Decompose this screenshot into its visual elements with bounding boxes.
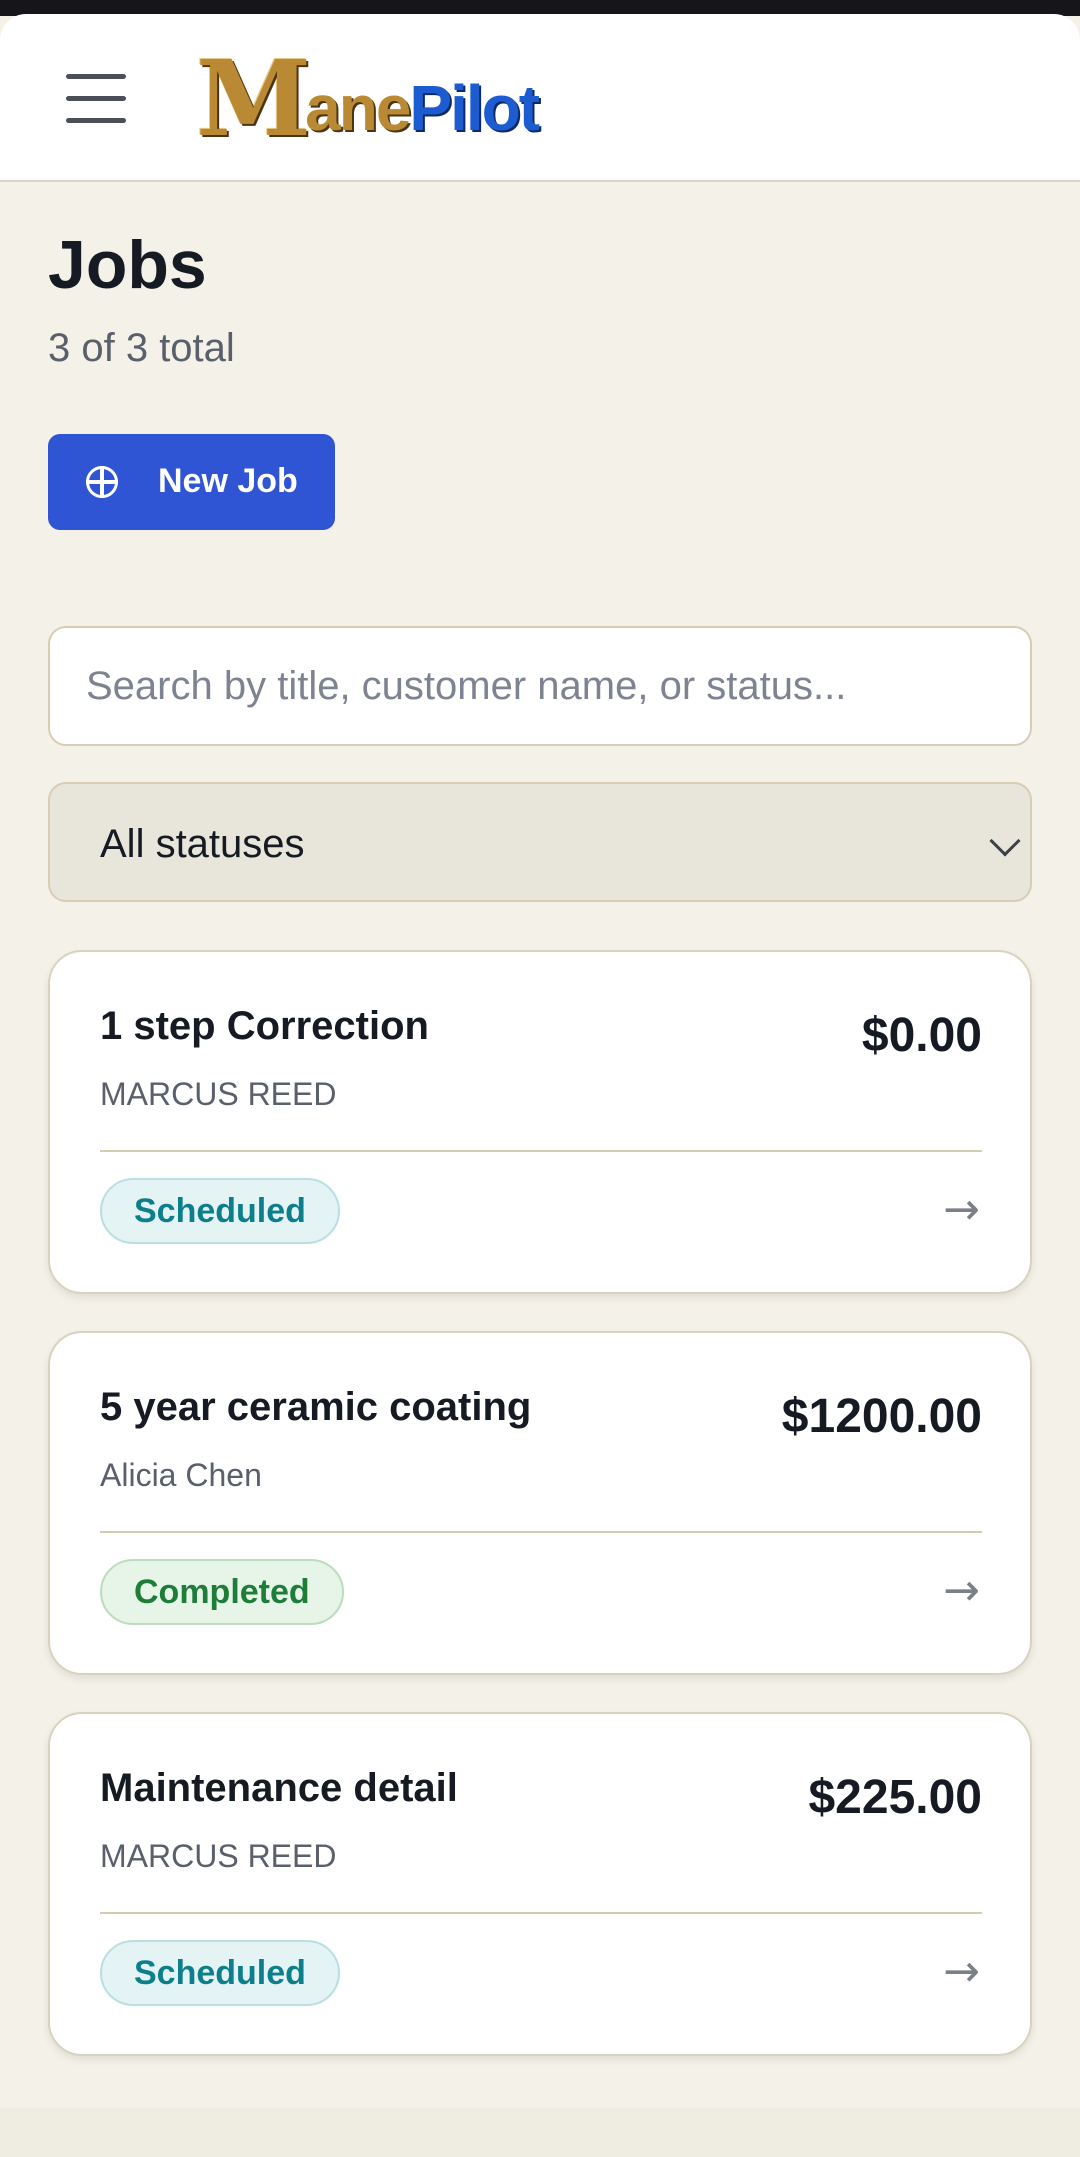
- logo-text-gold: ane: [305, 72, 411, 144]
- chevron-down-icon: [989, 825, 1021, 857]
- bottom-nav-edge: [0, 2108, 1080, 2157]
- jobs-count: 3 of 3 total: [48, 326, 235, 370]
- card-divider: [100, 1912, 982, 1914]
- logo-mark: M: [196, 37, 312, 160]
- job-title: 5 year ceramic coating: [100, 1385, 532, 1429]
- card-divider: [100, 1531, 982, 1533]
- hamburger-menu-icon[interactable]: [60, 70, 132, 126]
- new-job-label: New Job: [158, 462, 298, 500]
- logo-text-blue: Pilot: [409, 72, 540, 144]
- job-card[interactable]: Maintenance detail MARCUS REED $225.00 S…: [48, 1712, 1032, 2056]
- status-badge: Scheduled: [100, 1940, 340, 2006]
- job-price: $0.00: [861, 1009, 982, 1062]
- manepilot-logo[interactable]: M ane Pilot: [196, 44, 576, 154]
- job-customer: MARCUS REED: [100, 1076, 337, 1112]
- arrow-right-icon[interactable]: →: [943, 1565, 980, 1616]
- plus-circle-icon: [86, 466, 118, 498]
- job-customer: MARCUS REED: [100, 1838, 337, 1874]
- job-card[interactable]: 5 year ceramic coating Alicia Chen $1200…: [48, 1331, 1032, 1675]
- status-badge: Completed: [100, 1559, 344, 1625]
- job-customer: Alicia Chen: [100, 1457, 262, 1493]
- job-price: $1200.00: [781, 1390, 982, 1443]
- page-title: Jobs: [48, 227, 207, 303]
- job-price: $225.00: [808, 1771, 982, 1824]
- job-title: 1 step Correction: [100, 1004, 429, 1048]
- new-job-button[interactable]: New Job: [48, 434, 335, 530]
- search-input[interactable]: [48, 626, 1032, 746]
- job-title: Maintenance detail: [100, 1766, 458, 1810]
- arrow-right-icon[interactable]: →: [943, 1184, 980, 1235]
- status-filter-value: All statuses: [100, 822, 305, 866]
- card-divider: [100, 1150, 982, 1152]
- job-card[interactable]: 1 step Correction MARCUS REED $0.00 Sche…: [48, 950, 1032, 1294]
- jobs-screen: M ane Pilot Jobs 3 of 3 total New Job Al…: [0, 0, 1080, 2157]
- arrow-right-icon[interactable]: →: [943, 1946, 980, 1997]
- status-filter-select[interactable]: All statuses: [48, 782, 1032, 902]
- status-badge: Scheduled: [100, 1178, 340, 1244]
- app-header: M ane Pilot: [0, 14, 1080, 182]
